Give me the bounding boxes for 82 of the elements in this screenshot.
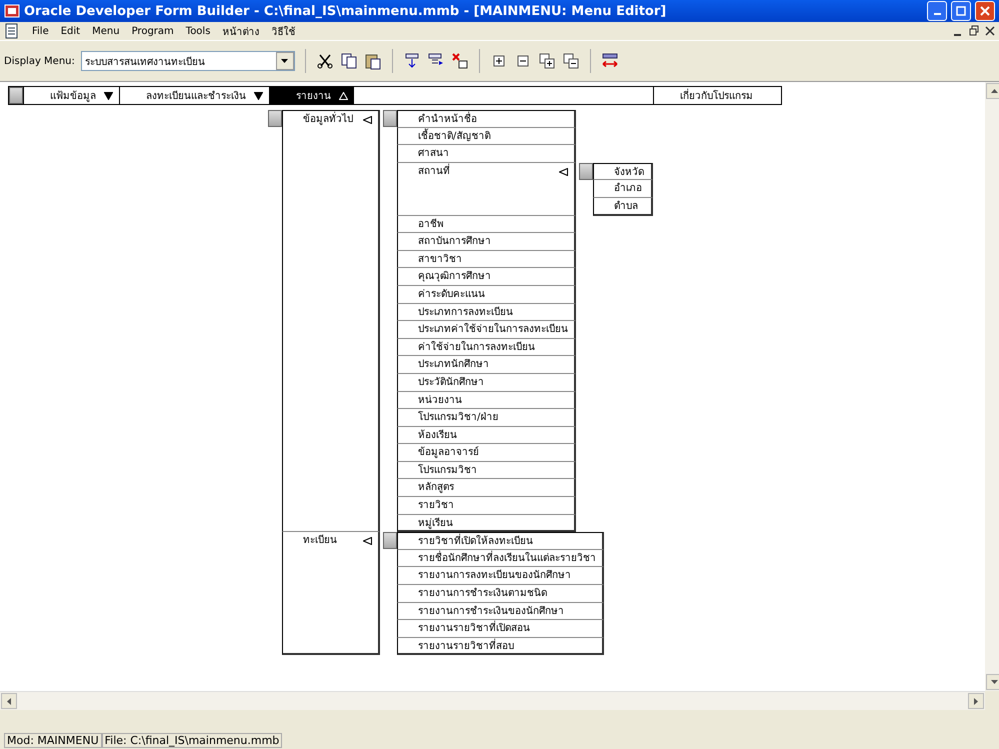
- submenu-tab[interactable]: [383, 110, 397, 127]
- restore-icon[interactable]: [969, 25, 979, 37]
- menu-item[interactable]: ค่าใช้จ่ายในการลงทะเบียน: [397, 338, 576, 356]
- menu-item[interactable]: ค่าระดับคะแนน: [397, 286, 576, 304]
- window-title: Oracle Developer Form Builder - C:\final_IS\mainmenu.mmb - [MAINMENU: Menu Editor]: [24, 4, 668, 18]
- submenu-tab[interactable]: [268, 110, 282, 127]
- menu-item[interactable]: ประเภทค่าใช้จ่ายในการลงทะเบียน: [397, 321, 576, 339]
- menu-item[interactable]: อาชีพ: [397, 216, 576, 234]
- menu-item[interactable]: หน่วยงาน: [397, 392, 576, 410]
- caret-icon: [281, 59, 288, 63]
- collapse-all-icon[interactable]: [562, 52, 580, 70]
- menu-item[interactable]: รายชื่อนักศึกษาที่ลงเรียนในแต่ละรายวิชา: [397, 550, 604, 568]
- vertical-scrollbar[interactable]: [985, 82, 999, 691]
- delete-item-icon[interactable]: [450, 52, 469, 70]
- display-menu-dropdown[interactable]: ระบบสารสนเทศงานทะเบียน: [80, 51, 295, 71]
- right-arrow-icon: [974, 698, 978, 704]
- paste-icon[interactable]: [364, 52, 382, 70]
- left-arrow-icon: [7, 698, 11, 704]
- submenu-tab[interactable]: [579, 162, 593, 180]
- down-triangle-icon: [104, 92, 113, 100]
- insert-item-icon[interactable]: [402, 52, 421, 70]
- app-icon: [4, 3, 20, 19]
- menu-item[interactable]: สถานที่: [397, 162, 576, 216]
- submenu-tab[interactable]: [383, 532, 397, 550]
- menu-item[interactable]: โปรแกรมวิชา/ฝ่าย: [397, 409, 576, 427]
- menu-bar-item[interactable]: Tools: [186, 26, 210, 36]
- menu-item[interactable]: คำนำหน้าชื่อ: [397, 110, 576, 128]
- menu-item[interactable]: รายวิชาที่เปิดให้ลงทะเบียน: [397, 532, 604, 550]
- down-triangle-icon: [254, 92, 263, 100]
- menu-item[interactable]: รายวิชา: [397, 497, 576, 515]
- menu-item[interactable]: ข้อมูลทั่วไป: [282, 110, 380, 532]
- close-button[interactable]: [975, 1, 995, 21]
- menu-bar-item[interactable]: วิธีใช้: [271, 24, 296, 38]
- menu-item[interactable]: หลักสูตร: [397, 479, 576, 498]
- menu-item[interactable]: จังหวัด: [593, 162, 653, 180]
- menu-item[interactable]: สถาบันการศึกษา: [397, 233, 576, 251]
- status-pane: Mod: MAINMENU: [4, 733, 102, 748]
- close-icon: [980, 6, 990, 16]
- maximize-button[interactable]: [951, 1, 971, 21]
- menu-bar-item[interactable]: หน้าต่าง: [222, 24, 260, 38]
- menu-item[interactable]: รายงานรายวิชาที่เปิดสอน: [397, 620, 604, 638]
- menu-item[interactable]: ตำบล: [593, 198, 653, 216]
- left-triangle-icon: [559, 168, 568, 176]
- expand-all-icon[interactable]: [538, 52, 556, 70]
- status-pane: File: C:\final_IS\mainmenu.mmb: [102, 733, 282, 748]
- up-triangle-icon: [339, 92, 348, 100]
- menu-item[interactable]: รายงานรายวิชาที่สอบ: [397, 638, 604, 656]
- menu-bar-item[interactable]: Edit: [60, 26, 80, 36]
- maximize-icon: [956, 6, 966, 16]
- menu-item[interactable]: สาขาวิชา: [397, 250, 576, 268]
- switch-orientation-icon[interactable]: [600, 52, 619, 70]
- menu-item[interactable]: หมู่เรียน: [397, 514, 576, 532]
- menu-item[interactable]: รายงานการลงทะเบียนของนักศึกษา: [397, 567, 604, 586]
- menu-bar-item[interactable]: Menu: [92, 26, 120, 36]
- menu-bar-item[interactable]: File: [32, 26, 49, 36]
- left-triangle-icon: [363, 116, 372, 124]
- menu-item[interactable]: ห้องเรียน: [397, 426, 576, 444]
- menu-item[interactable]: ศาสนา: [397, 145, 576, 163]
- minimize-icon: [934, 13, 940, 15]
- close-icon[interactable]: [985, 25, 995, 37]
- up-arrow-icon: [990, 89, 998, 93]
- left-triangle-icon: [363, 537, 372, 546]
- menu-item[interactable]: ประวัตินักศึกษา: [397, 374, 576, 392]
- menu-item[interactable]: รายงานการชำระเงินตามชนิด: [397, 585, 604, 603]
- menu-item[interactable]: ประเภทการลงทะเบียน: [397, 304, 576, 322]
- menu-item[interactable]: รายงานการชำระเงินของนักศึกษา: [397, 602, 604, 620]
- menu-item[interactable]: คุณวุฒิการศึกษา: [397, 268, 576, 286]
- top-menu-item[interactable]: รายงาน: [269, 87, 354, 104]
- copy-icon[interactable]: [340, 52, 358, 70]
- display-menu-label: Display Menu:: [4, 56, 75, 66]
- menu-item[interactable]: ประเภทนักศึกษา: [397, 356, 576, 374]
- down-arrow-icon: [990, 680, 998, 684]
- menu-item[interactable]: โปรแกรมวิชา: [397, 462, 576, 480]
- menu-bar-item[interactable]: Program: [132, 26, 174, 36]
- menu-item[interactable]: อำเภอ: [593, 180, 653, 198]
- horizontal-scrollbar[interactable]: [0, 691, 985, 710]
- menu-item[interactable]: ข้อมูลอาจารย์: [397, 444, 576, 462]
- scissors-icon[interactable]: [316, 52, 334, 70]
- menu-tab[interactable]: [9, 87, 23, 104]
- menu-item[interactable]: เชื้อชาติ/สัญชาติ: [397, 128, 576, 146]
- minimize-button[interactable]: [927, 1, 947, 21]
- menu-item[interactable]: ทะเบียน: [282, 532, 380, 656]
